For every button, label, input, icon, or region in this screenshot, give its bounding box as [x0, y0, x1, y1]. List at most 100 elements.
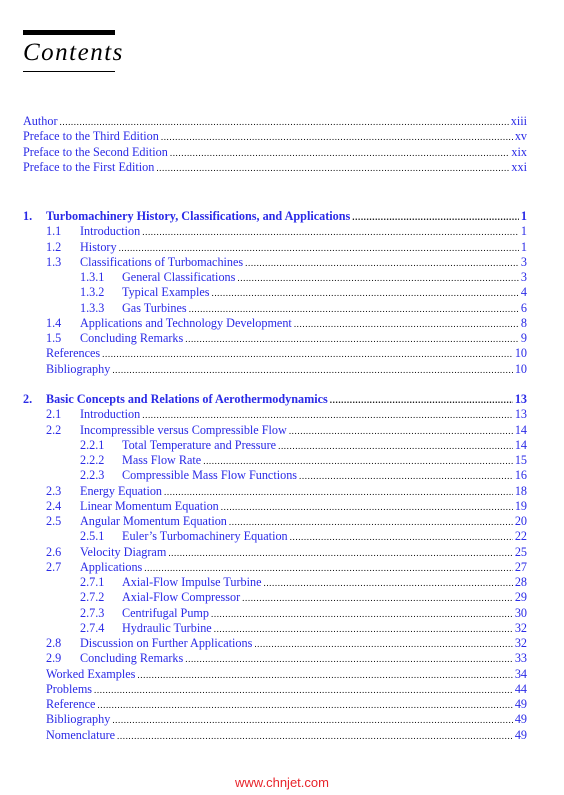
entry-label: Preface to the Second Edition [23, 144, 169, 160]
entry-label: Preface to the First Edition [23, 159, 156, 175]
subsection-entry[interactable]: 2.2.3 Compressible Mass Flow Functions 16 [23, 468, 527, 484]
chapter-heading[interactable]: 1. Turbomachinery History, Classification… [23, 209, 527, 225]
section-entry[interactable]: 2.6 Velocity Diagram 25 [23, 544, 527, 560]
page-number: 33 [514, 651, 527, 666]
entry-label: Hydraulic Turbine [122, 620, 213, 636]
section-entry[interactable]: 2.9 Concluding Remarks 33 [23, 651, 527, 667]
page-number: 3 [520, 270, 527, 284]
page-number: xiii [510, 114, 527, 128]
entry-number: 2. [23, 392, 33, 406]
page-number: 44 [514, 681, 527, 696]
subsection-entry[interactable]: 2.7.1 Axial-Flow Impulse Turbine 28 [23, 575, 527, 591]
backmatter-entry[interactable]: Nomenclature 49 [23, 727, 527, 743]
page-number: 25 [514, 544, 527, 559]
page-number: xix [511, 144, 527, 159]
entry-label: Problems [46, 681, 94, 697]
subsection-entry[interactable]: 1.3.1 General Classifications 3 [23, 270, 527, 286]
section-entry[interactable]: 1.5 Concluding Remarks 9 [23, 331, 527, 347]
subsection-entry[interactable]: 1.3.2 Typical Examples 4 [23, 285, 527, 301]
page-number: 10 [514, 361, 527, 376]
section-entry[interactable]: 1.3 Classifications of Turbomachines 3 [23, 254, 527, 270]
backmatter-entry[interactable]: Worked Examples 34 [23, 666, 527, 682]
dot-leader [112, 363, 512, 378]
entry-label: Compressible Mass Flow Functions [122, 468, 299, 484]
page-number: 4 [520, 285, 527, 300]
dot-leader [161, 130, 513, 145]
entry-number: 2.7.4 [80, 620, 105, 635]
section-entry[interactable]: 1.1 Introduction 1 [23, 224, 527, 240]
page-number: 18 [514, 483, 527, 498]
entry-label: Introduction [80, 407, 142, 423]
subsection-entry[interactable]: 2.2.1 Total Temperature and Pressure 14 [23, 437, 527, 453]
dot-leader [299, 469, 513, 484]
page-number: 27 [514, 559, 527, 574]
subsection-entry[interactable]: 2.7.2 Axial-Flow Compressor 29 [23, 590, 527, 606]
entry-label: Reference [46, 697, 97, 713]
backmatter-entry[interactable]: Reference 49 [23, 697, 527, 713]
entry-label: Applications [80, 559, 144, 575]
page-number: 14 [514, 422, 527, 437]
section-entry[interactable]: 2.2 Incompressible versus Compressible Fl… [23, 422, 527, 438]
section-entry[interactable]: 2.7 Applications 27 [23, 559, 527, 575]
section-entry[interactable]: 2.5 Angular Momentum Equation 20 [23, 514, 527, 530]
page-number: 9 [520, 331, 527, 345]
dot-leader [294, 317, 519, 332]
front-matter-entry[interactable]: Author xiii [23, 114, 527, 130]
dot-leader [189, 302, 519, 317]
subsection-entry[interactable]: 2.5.1 Euler’s Turbomachinery Equation 22 [23, 529, 527, 545]
subsection-entry[interactable]: 2.7.4 Hydraulic Turbine 32 [23, 620, 527, 637]
subsection-entry[interactable]: 2.7.3 Centrifugal Pump 30 [23, 605, 527, 621]
dot-leader [170, 146, 510, 161]
backmatter-entry[interactable]: References 10 [23, 346, 527, 362]
entry-label: Preface to the Third Edition [23, 129, 160, 145]
dot-leader [203, 454, 513, 469]
page-number: 32 [514, 636, 527, 650]
dot-leader [352, 210, 519, 225]
entry-label: Applications and Technology Development [80, 315, 293, 331]
entry-label: Worked Examples [46, 666, 137, 682]
page-number: 3 [520, 254, 527, 269]
entry-label: Gas Turbines [122, 300, 188, 316]
section-entry[interactable]: 2.4 Linear Momentum Equation 19 [23, 498, 527, 515]
page-number: 13 [514, 392, 527, 406]
entry-label: History [80, 239, 118, 255]
section-entry[interactable]: 1.4 Applications and Technology Developme… [23, 315, 527, 332]
entry-number: 2.5 [46, 514, 62, 528]
entry-label: Nomenclature [46, 727, 117, 743]
backmatter-entry[interactable]: Bibliography 49 [23, 712, 527, 728]
entry-number: 2.7.1 [80, 575, 105, 589]
section-entry[interactable]: 1.2 History 1 [23, 239, 527, 256]
entry-label: Linear Momentum Equation [80, 498, 220, 514]
entry-label: Euler’s Turbomachinery Equation [122, 529, 289, 545]
entry-label: Author [23, 114, 59, 130]
page-number: 1 [520, 209, 527, 223]
chapter-heading[interactable]: 2. Basic Concepts and Relations of Aeroth… [23, 392, 527, 408]
subsection-entry[interactable]: 2.2.2 Mass Flow Rate 15 [23, 453, 527, 469]
page-number: 30 [514, 605, 527, 620]
page-number: 22 [514, 529, 527, 544]
dot-leader [221, 500, 513, 515]
page-number: 6 [520, 300, 527, 315]
dot-leader [112, 713, 512, 728]
section-entry[interactable]: 2.1 Introduction 13 [23, 407, 527, 423]
entry-number: 2.2.1 [80, 437, 105, 452]
section-entry[interactable]: 2.8 Discussion on Further Applications 32 [23, 636, 527, 652]
chapter-1-section: 1. Turbomachinery History, Classification… [23, 209, 527, 377]
front-matter-entry[interactable]: Preface to the Second Edition xix [23, 144, 527, 161]
dot-leader [214, 622, 513, 637]
dot-leader [119, 241, 519, 256]
backmatter-entry[interactable]: Bibliography 10 [23, 361, 527, 378]
entry-number: 2.2.3 [80, 468, 105, 483]
section-entry[interactable]: 2.3 Energy Equation 18 [23, 483, 527, 499]
entry-label: Concluding Remarks [80, 651, 185, 667]
entry-label: Typical Examples [122, 285, 211, 301]
front-matter-entry[interactable]: Preface to the First Edition xxi [23, 159, 527, 175]
front-matter-entry[interactable]: Preface to the Third Edition xv [23, 129, 527, 145]
entry-label: Basic Concepts and Relations of Aerother… [46, 392, 329, 408]
entry-label: Mass Flow Rate [122, 453, 203, 469]
subsection-entry[interactable]: 1.3.3 Gas Turbines 6 [23, 300, 527, 317]
entry-label: Velocity Diagram [80, 544, 168, 560]
backmatter-entry[interactable]: Problems 44 [23, 681, 527, 698]
dot-leader [94, 683, 513, 698]
entry-number: 2.3 [46, 483, 62, 498]
